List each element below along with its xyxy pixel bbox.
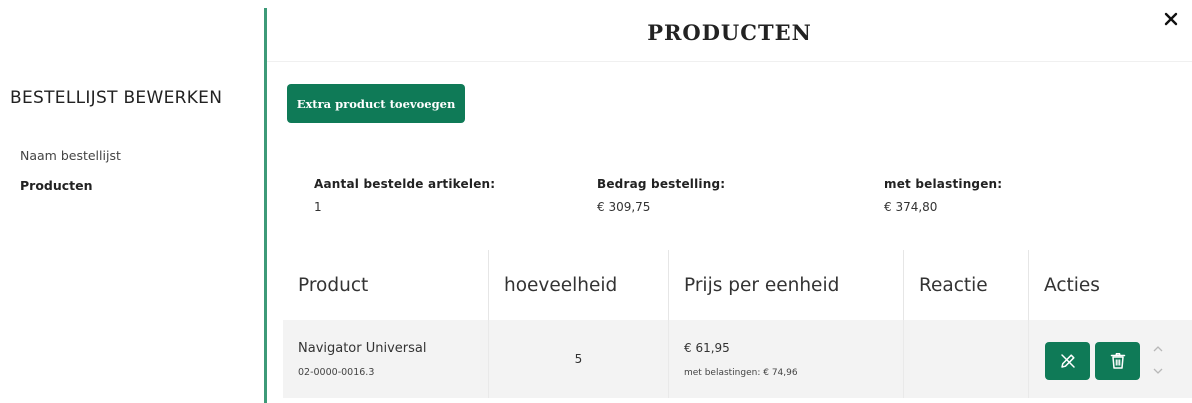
- summary-value: € 309,75: [597, 200, 651, 214]
- sidebar-title: BESTELLIJST BEWERKEN: [10, 88, 223, 108]
- product-name: Navigator Universal: [298, 341, 427, 356]
- summary-article-count: Aantal bestelde artikelen: 1: [314, 177, 495, 214]
- summary-with-taxes: met belastingen: € 374,80: [884, 177, 1002, 214]
- column-header-quantity[interactable]: hoeveelheid: [489, 250, 669, 320]
- summary-value: € 374,80: [884, 200, 938, 214]
- edit-button[interactable]: [1045, 342, 1090, 380]
- main-panel: PRODUCTEN Extra product toevoegen Aantal…: [267, 0, 1192, 403]
- cell-product: Navigator Universal 02-0000-0016.3: [283, 320, 489, 398]
- summary-value: 1: [314, 200, 322, 214]
- column-header-product[interactable]: Product: [283, 250, 489, 320]
- reorder-arrows[interactable]: [1152, 344, 1166, 388]
- trash-icon: [1110, 353, 1125, 369]
- cell-reaction: [904, 320, 1029, 398]
- product-code: 02-0000-0016.3: [298, 367, 375, 378]
- page-title: PRODUCTEN: [647, 20, 812, 45]
- chevron-up-icon[interactable]: [1152, 344, 1164, 354]
- cell-price: € 61,95 met belastingen: € 74,96: [669, 320, 904, 398]
- close-icon[interactable]: [1162, 10, 1180, 28]
- summary-label: Bedrag bestelling:: [597, 177, 726, 191]
- products-table: Product hoeveelheid Prijs per eenheid Re…: [283, 250, 1192, 398]
- unit-price: € 61,95: [684, 341, 730, 355]
- sidebar-item-producten[interactable]: Producten: [20, 178, 93, 193]
- add-product-button[interactable]: Extra product toevoegen: [287, 84, 465, 123]
- column-header-actions: Acties: [1044, 274, 1100, 296]
- summary-label: Aantal bestelde artikelen:: [314, 177, 496, 191]
- quantity-value: 5: [574, 352, 583, 366]
- sidebar-item-naam-bestellijst[interactable]: Naam bestellijst: [20, 148, 121, 163]
- summary-order-amount: Bedrag bestelling: € 309,75: [597, 177, 725, 214]
- cell-quantity: 5: [489, 320, 669, 398]
- table-header: Product hoeveelheid Prijs per eenheid Re…: [283, 250, 1192, 320]
- chevron-down-icon[interactable]: [1152, 366, 1164, 376]
- summary-label: met belastingen:: [884, 177, 1003, 191]
- delete-button[interactable]: [1095, 342, 1140, 380]
- table-row: Navigator Universal 02-0000-0016.3 5 € 6…: [283, 320, 1192, 398]
- sidebar: BESTELLIJST BEWERKEN Naam bestellijst Pr…: [0, 0, 264, 403]
- column-header-unit-price[interactable]: Prijs per eenheid: [669, 250, 904, 320]
- cell-actions: [1029, 320, 1192, 398]
- unit-price-with-tax: met belastingen: € 74,96: [684, 368, 798, 378]
- edit-icon: [1060, 354, 1075, 368]
- header: PRODUCTEN: [267, 0, 1192, 62]
- column-header-reaction[interactable]: Reactie: [904, 250, 1029, 320]
